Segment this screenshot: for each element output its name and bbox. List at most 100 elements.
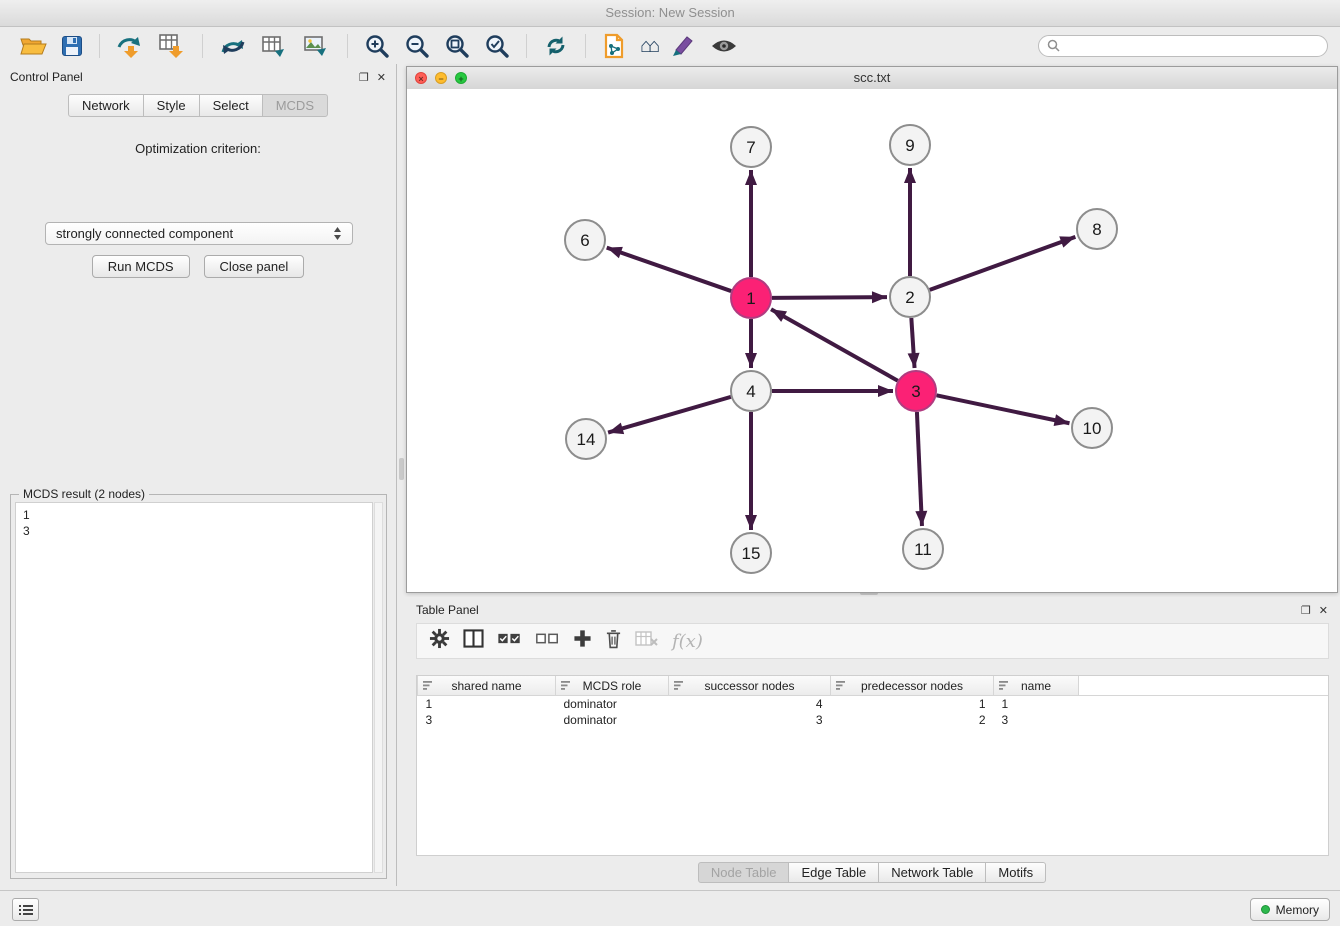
- column-header-name[interactable]: name: [994, 676, 1079, 696]
- unselect-all-columns-button[interactable]: [535, 632, 560, 650]
- table-row[interactable]: 3dominator323: [418, 712, 1329, 728]
- column-header-predecessor-nodes[interactable]: predecessor nodes: [831, 676, 994, 696]
- select-all-columns-button[interactable]: [497, 632, 522, 650]
- graph-edge-2-3[interactable]: [911, 318, 914, 368]
- table-cell[interactable]: 3: [669, 712, 831, 728]
- zoom-out-button[interactable]: [397, 31, 437, 61]
- import-table-button[interactable]: [151, 31, 193, 61]
- graph-node-6[interactable]: 6: [565, 220, 605, 260]
- graph-node-8[interactable]: 8: [1077, 209, 1117, 249]
- delete-table-button[interactable]: [635, 630, 659, 653]
- mcds-result-list[interactable]: 1 3: [15, 502, 373, 873]
- graph-node-11[interactable]: 11: [903, 529, 943, 569]
- search-icon: [1047, 39, 1060, 52]
- zoom-fit-button[interactable]: [437, 31, 477, 61]
- graph-edge-1-6[interactable]: [607, 248, 731, 291]
- window-close-button[interactable]: ×: [415, 72, 427, 84]
- column-header-successor-nodes[interactable]: successor nodes: [669, 676, 831, 696]
- graph-node-9[interactable]: 9: [890, 125, 930, 165]
- float-table-panel-icon[interactable]: ❐: [1301, 604, 1311, 617]
- memory-button[interactable]: Memory: [1250, 898, 1330, 921]
- graph-node-1[interactable]: 1: [731, 278, 771, 318]
- table-cell[interactable]: 2: [831, 712, 994, 728]
- network-window-titlebar[interactable]: × − + scc.txt: [407, 67, 1337, 90]
- result-scrollbar[interactable]: [374, 502, 383, 873]
- task-history-button[interactable]: [12, 898, 39, 921]
- home-button[interactable]: ⌂⌂: [633, 31, 663, 61]
- export-image-button[interactable]: [296, 31, 338, 61]
- show-hide-button[interactable]: [703, 31, 745, 61]
- graph-node-3[interactable]: 3: [896, 371, 936, 411]
- graph-edge-1-2[interactable]: [772, 297, 887, 298]
- network-canvas[interactable]: 7 9 6 8 1 2 4 3 14 10 15 11: [407, 89, 1337, 592]
- create-column-button[interactable]: [573, 629, 592, 653]
- gear-icon: [429, 628, 450, 649]
- column-label: shared name: [451, 679, 521, 693]
- graph-node-4[interactable]: 4: [731, 371, 771, 411]
- graph-edge-3-1[interactable]: [771, 309, 898, 380]
- tab-node-table[interactable]: Node Table: [698, 862, 790, 883]
- tab-motifs[interactable]: Motifs: [985, 862, 1046, 883]
- table-row[interactable]: 1dominator411: [418, 696, 1329, 713]
- graph-node-7[interactable]: 7: [731, 127, 771, 167]
- float-panel-icon[interactable]: ❐: [359, 71, 369, 84]
- search-text-field[interactable]: [1065, 37, 1319, 54]
- graph-node-15[interactable]: 15: [731, 533, 771, 573]
- network-graph[interactable]: 7 9 6 8 1 2 4 3 14 10 15 11: [407, 89, 1337, 592]
- criterion-value: strongly connected component: [56, 226, 233, 241]
- import-network-button[interactable]: [109, 31, 151, 61]
- open-session-button[interactable]: [12, 31, 54, 61]
- function-builder-button[interactable]: f(x): [672, 631, 703, 652]
- column-header-shared-name[interactable]: shared name: [418, 676, 556, 696]
- close-table-panel-icon[interactable]: ✕: [1319, 604, 1328, 617]
- graph-edge-3-10[interactable]: [937, 395, 1070, 423]
- memory-label: Memory: [1276, 903, 1319, 917]
- table-cell[interactable]: 3: [418, 712, 556, 728]
- refresh-view-button[interactable]: [536, 31, 576, 61]
- svg-text:6: 6: [580, 231, 589, 250]
- table-cell[interactable]: 1: [994, 696, 1079, 713]
- tab-network-table[interactable]: Network Table: [878, 862, 986, 883]
- table-cell[interactable]: 1: [831, 696, 994, 713]
- svg-text:2: 2: [905, 288, 914, 307]
- graph-edge-3-11[interactable]: [917, 412, 922, 526]
- criterion-select[interactable]: strongly connected component: [45, 222, 353, 245]
- window-zoom-button[interactable]: +: [455, 72, 467, 84]
- save-session-button[interactable]: [54, 31, 90, 61]
- svg-text:9: 9: [905, 136, 914, 155]
- graph-edge-4-14[interactable]: [608, 397, 731, 433]
- search-input[interactable]: [1038, 35, 1328, 57]
- paint-style-button[interactable]: [663, 31, 703, 61]
- table-cell[interactable]: 1: [418, 696, 556, 713]
- table-cell[interactable]: dominator: [556, 696, 669, 713]
- column-header-mcds-role[interactable]: MCDS role: [556, 676, 669, 696]
- zoom-in-button[interactable]: [357, 31, 397, 61]
- sort-icon: [999, 681, 1009, 690]
- tab-select[interactable]: Select: [199, 94, 263, 117]
- export-table-button[interactable]: [254, 31, 296, 61]
- tab-network[interactable]: Network: [68, 94, 144, 117]
- tab-edge-table[interactable]: Edge Table: [788, 862, 879, 883]
- graph-node-10[interactable]: 10: [1072, 408, 1112, 448]
- show-columns-button[interactable]: [463, 629, 484, 653]
- graph-edge-2-8[interactable]: [930, 237, 1076, 290]
- trash-icon: [605, 628, 622, 649]
- zoom-selected-button[interactable]: [477, 31, 517, 61]
- table-settings-button[interactable]: [429, 628, 450, 654]
- table-cell[interactable]: 4: [669, 696, 831, 713]
- graph-node-14[interactable]: 14: [566, 419, 606, 459]
- close-panel-icon[interactable]: ✕: [377, 71, 386, 84]
- window-minimize-button[interactable]: −: [435, 72, 447, 84]
- tab-style[interactable]: Style: [143, 94, 200, 117]
- sort-icon: [836, 681, 846, 690]
- network-from-clipboard-button[interactable]: [595, 31, 633, 61]
- tab-mcds[interactable]: MCDS: [262, 94, 328, 117]
- vertical-splitter-handle[interactable]: [399, 458, 404, 480]
- delete-column-button[interactable]: [605, 628, 622, 654]
- table-cell[interactable]: dominator: [556, 712, 669, 728]
- close-panel-button[interactable]: Close panel: [204, 255, 305, 278]
- run-mcds-button[interactable]: Run MCDS: [92, 255, 190, 278]
- export-network-button[interactable]: [212, 31, 254, 61]
- graph-node-2[interactable]: 2: [890, 277, 930, 317]
- table-cell[interactable]: 3: [994, 712, 1079, 728]
